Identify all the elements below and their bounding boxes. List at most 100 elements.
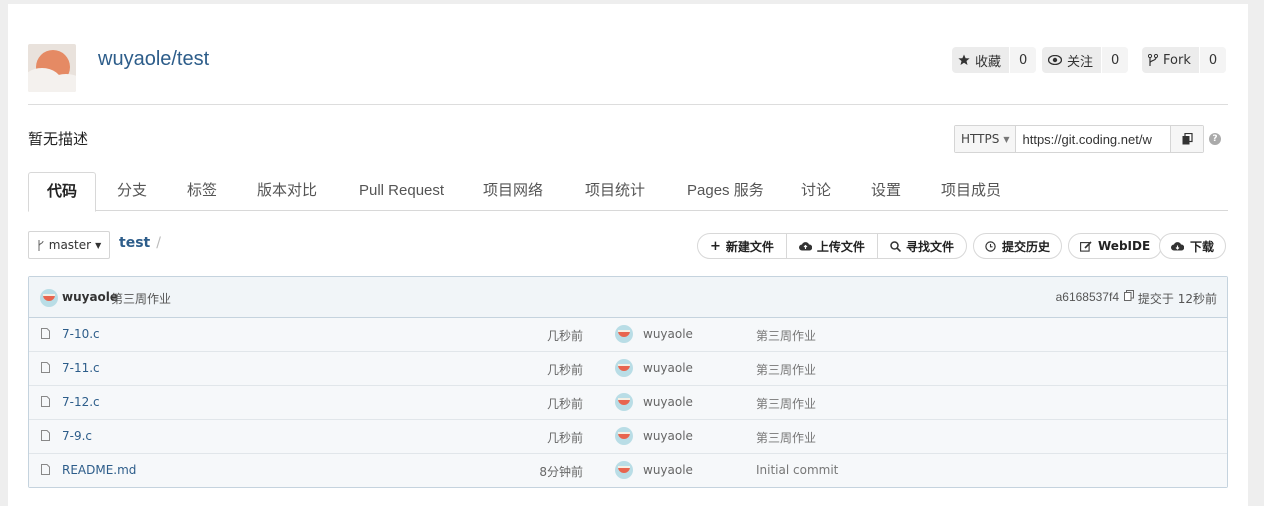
file-icon — [41, 430, 50, 441]
branch-name: master — [48, 238, 92, 252]
file-author[interactable]: wuyaole — [643, 395, 693, 409]
copy-icon[interactable] — [1124, 290, 1134, 301]
file-name[interactable]: 7-11.c — [62, 361, 100, 375]
file-time: 几秒前 — [546, 397, 583, 411]
webide-button[interactable]: WebIDE — [1068, 233, 1163, 259]
file-commit-message[interactable]: 第三周作业 — [756, 327, 816, 344]
file-name[interactable]: README.md — [62, 463, 136, 477]
branch-icon — [38, 239, 44, 251]
repo-description: 暂无描述 — [28, 130, 89, 148]
breadcrumb: test / — [119, 235, 161, 251]
repo-title[interactable]: wuyaole/test — [98, 48, 209, 71]
file-author[interactable]: wuyaole — [643, 327, 693, 341]
file-name[interactable]: 7-12.c — [62, 395, 100, 409]
eye-icon — [1048, 55, 1062, 65]
file-name[interactable]: 7-10.c — [62, 327, 100, 341]
tab-network[interactable]: 项目网络 — [483, 172, 543, 210]
avatar[interactable] — [615, 359, 633, 377]
avatar[interactable] — [615, 393, 633, 411]
file-time: 几秒前 — [546, 363, 583, 377]
repository-page: wuyaole/test 收藏 0 关注 0 Fork 0 暂无描述 HTTPS… — [8, 4, 1248, 506]
header-divider — [28, 104, 1228, 105]
download-button[interactable]: 下载 — [1159, 233, 1227, 259]
avatar[interactable] — [615, 461, 633, 479]
cloud-download-icon — [1171, 242, 1184, 251]
plus-icon: + — [710, 238, 721, 254]
file-time: 8分钟前 — [539, 465, 583, 479]
tab-discussion[interactable]: 讨论 — [801, 172, 831, 210]
repo-tabs: 代码 分支 标签 版本对比 Pull Request 项目网络 项目统计 Pag… — [28, 172, 1228, 212]
commit-history-label: 提交历史 — [1002, 239, 1051, 254]
file-row[interactable]: README.md 8分钟前 wuyaole Initial commit — [29, 454, 1227, 487]
file-author[interactable]: wuyaole — [643, 429, 693, 443]
clone-url-input[interactable]: https://git.coding.net/w — [1016, 126, 1170, 152]
star-button[interactable]: 收藏 0 — [952, 47, 1037, 73]
fork-icon — [1148, 53, 1158, 66]
fork-count: 0 — [1198, 47, 1227, 73]
file-row[interactable]: 7-10.c 几秒前 wuyaole 第三周作业 — [29, 318, 1227, 352]
file-row[interactable]: 7-11.c 几秒前 wuyaole 第三周作业 — [29, 352, 1227, 386]
avatar[interactable] — [40, 289, 58, 307]
find-file-label: 寻找文件 — [905, 239, 954, 254]
file-row[interactable]: 7-9.c 几秒前 wuyaole 第三周作业 — [29, 420, 1227, 454]
last-commit-time: 提交于 12秒前 — [1137, 292, 1217, 306]
clock-icon — [985, 240, 996, 252]
tab-branches[interactable]: 分支 — [117, 172, 147, 210]
last-commit-author[interactable]: wuyaole — [62, 290, 118, 304]
file-icon — [41, 328, 50, 339]
copy-icon — [1182, 133, 1193, 145]
tab-settings[interactable]: 设置 — [871, 172, 901, 210]
search-icon — [890, 240, 901, 252]
commit-history-button[interactable]: 提交历史 — [973, 233, 1063, 259]
webide-label: WebIDE — [1098, 239, 1151, 253]
new-file-button[interactable]: + 新建文件 — [698, 234, 786, 258]
file-commit-message[interactable]: Initial commit — [756, 463, 838, 477]
watch-count: 0 — [1101, 47, 1129, 73]
upload-file-label: 上传文件 — [816, 239, 865, 254]
find-file-button[interactable]: 寻找文件 — [876, 234, 966, 258]
caret-down-icon: ▼ — [1003, 134, 1010, 144]
file-commit-message[interactable]: 第三周作业 — [756, 361, 816, 378]
tab-pages[interactable]: Pages 服务 — [687, 172, 764, 210]
upload-file-button[interactable]: 上传文件 — [785, 234, 877, 258]
download-label: 下载 — [1190, 239, 1215, 254]
tab-code[interactable]: 代码 — [28, 172, 97, 212]
new-file-label: 新建文件 — [725, 239, 774, 254]
repo-avatar[interactable] — [28, 44, 76, 92]
avatar[interactable] — [615, 325, 633, 343]
file-icon — [41, 464, 50, 475]
file-name[interactable]: 7-9.c — [62, 429, 92, 443]
tab-tags[interactable]: 标签 — [187, 172, 217, 210]
tab-members[interactable]: 项目成员 — [941, 172, 1001, 210]
file-row[interactable]: 7-12.c 几秒前 wuyaole 第三周作业 — [29, 386, 1227, 420]
tab-statistics[interactable]: 项目统计 — [585, 172, 645, 210]
breadcrumb-root[interactable]: test — [119, 235, 150, 251]
file-commit-message[interactable]: 第三周作业 — [756, 395, 816, 412]
last-commit-message[interactable]: 第三周作业 — [111, 290, 171, 307]
protocol-label: HTTPS — [961, 132, 1000, 146]
file-author[interactable]: wuyaole — [643, 463, 693, 477]
file-commit-message[interactable]: 第三周作业 — [756, 429, 816, 446]
protocol-select[interactable]: HTTPS ▼ — [955, 126, 1017, 152]
last-commit-hash[interactable]: a6168537f4 — [1056, 290, 1119, 304]
file-table: wuyaole 第三周作业 a6168537f4 提交于 12秒前 7-10.c… — [28, 276, 1228, 488]
watch-button[interactable]: 关注 0 — [1042, 47, 1129, 73]
caret-down-icon: ▼ — [95, 240, 102, 250]
branch-select[interactable]: master ▼ — [28, 231, 110, 259]
edit-icon — [1080, 240, 1092, 252]
star-icon — [958, 54, 970, 65]
fork-button[interactable]: Fork 0 — [1142, 47, 1227, 73]
tab-pull-request[interactable]: Pull Request — [359, 172, 444, 210]
copy-url-button[interactable] — [1170, 126, 1204, 152]
last-commit-bar: wuyaole 第三周作业 a6168537f4 提交于 12秒前 — [29, 277, 1227, 318]
file-time: 几秒前 — [546, 329, 583, 343]
file-toolbar: + 新建文件 上传文件 寻找文件 — [697, 233, 967, 259]
tab-compare[interactable]: 版本对比 — [257, 172, 317, 210]
file-time: 几秒前 — [546, 431, 583, 445]
avatar[interactable] — [615, 427, 633, 445]
clone-url-box: HTTPS ▼ https://git.coding.net/w — [954, 125, 1205, 153]
file-author[interactable]: wuyaole — [643, 361, 693, 375]
help-icon[interactable]: ? — [1209, 133, 1221, 145]
fork-label: Fork — [1163, 52, 1191, 68]
cloud-upload-icon — [798, 242, 812, 251]
